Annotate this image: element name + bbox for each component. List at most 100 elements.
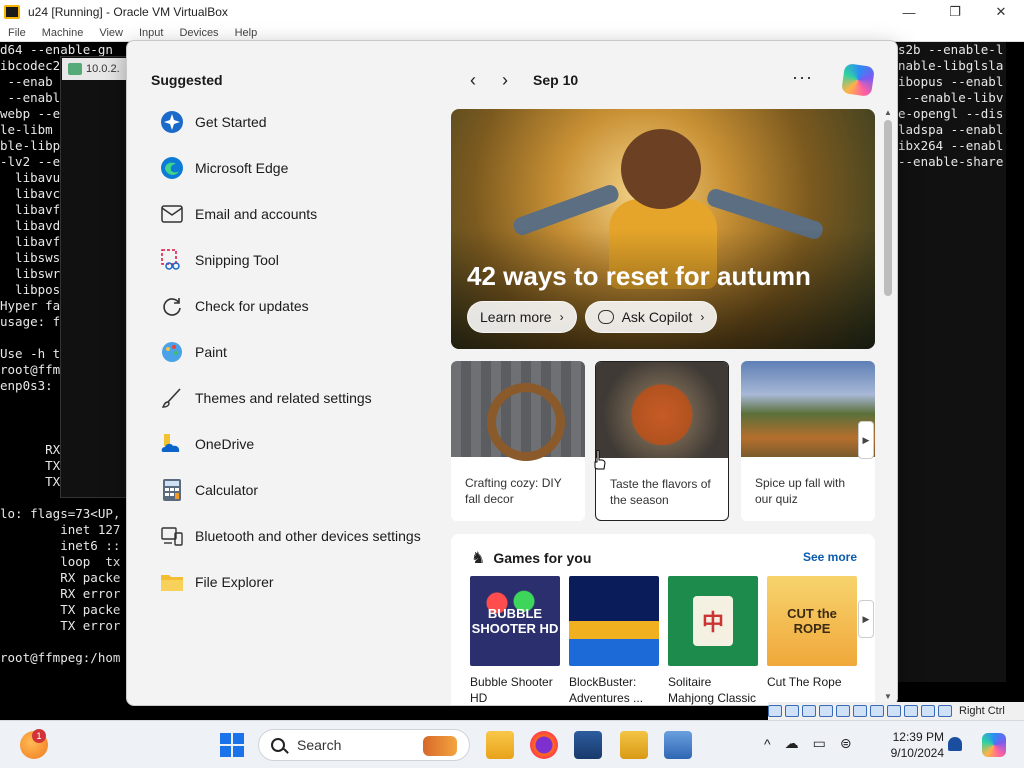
suggested-email-accounts[interactable]: Email and accounts bbox=[159, 191, 439, 237]
feed-date: Sep 10 bbox=[533, 72, 579, 88]
ask-copilot-button[interactable]: Ask Copilot › bbox=[584, 301, 718, 333]
vbox-app-icon bbox=[4, 5, 20, 19]
audio-icon[interactable] bbox=[802, 705, 816, 717]
optical-drive-icon[interactable] bbox=[785, 705, 799, 717]
notifications-bell-icon[interactable] bbox=[948, 737, 962, 751]
taskbar-search[interactable]: Search bbox=[258, 729, 470, 761]
article-card[interactable]: Spice up fall with our quiz bbox=[741, 361, 875, 521]
suggested-label: Bluetooth and other devices settings bbox=[195, 528, 421, 544]
learn-more-button[interactable]: Learn more › bbox=[467, 301, 577, 333]
feed-next-button[interactable]: › bbox=[489, 70, 521, 91]
suggested-microsoft-edge[interactable]: Microsoft Edge bbox=[159, 145, 439, 191]
suggested-onedrive[interactable]: OneDrive bbox=[159, 421, 439, 467]
usb-icon[interactable] bbox=[836, 705, 850, 717]
game-tile[interactable]: BlockBuster: Adventures ... bbox=[569, 576, 659, 705]
remote-desktop-label: 10.0.2. bbox=[86, 63, 120, 75]
network-icon[interactable] bbox=[819, 705, 833, 717]
game-tile[interactable]: 中 Solitaire Mahjong Classic bbox=[668, 576, 758, 705]
close-button[interactable]: ✕ bbox=[978, 0, 1024, 24]
suggested-label: Check for updates bbox=[195, 298, 309, 314]
game-tile[interactable]: BUBBLE SHOOTER HD Bubble Shooter HD bbox=[470, 576, 560, 705]
chat-bubble-icon bbox=[597, 310, 614, 324]
suggested-label: OneDrive bbox=[195, 436, 255, 452]
suggested-bluetooth-devices[interactable]: Bluetooth and other devices settings bbox=[159, 513, 439, 559]
suggested-get-started[interactable]: Get Started bbox=[159, 99, 439, 145]
remote-desktop-icon bbox=[68, 63, 82, 75]
remote-desktop-taskbar-icon[interactable] bbox=[664, 731, 692, 759]
games-title: Games for you bbox=[493, 550, 592, 566]
maximize-button[interactable]: ❐ bbox=[932, 0, 978, 24]
start-menu: Suggested Get Started Microsoft Edge Ema… bbox=[126, 40, 898, 706]
game-art: BUBBLE SHOOTER HD bbox=[470, 576, 560, 666]
host-key-icon[interactable] bbox=[938, 705, 952, 717]
article-image bbox=[741, 361, 875, 457]
start-tile bbox=[233, 733, 244, 744]
cloud-sync-icon[interactable]: ☁ bbox=[785, 735, 799, 752]
shared-folder-icon[interactable] bbox=[853, 705, 867, 717]
scrollbar-thumb[interactable] bbox=[884, 120, 892, 296]
game-tile[interactable]: CUT the ROPE Cut The Rope bbox=[767, 576, 857, 690]
article-card[interactable]: Crafting cozy: DIY fall decor bbox=[451, 361, 585, 521]
cpu-icon[interactable] bbox=[904, 705, 918, 717]
chevron-right-icon: › bbox=[559, 310, 564, 324]
taskbar: 1 Search ^ ☁ ▭ ⊜ 12:39 PM 9/10/2024 bbox=[0, 720, 1024, 768]
suggested-paint[interactable]: Paint bbox=[159, 329, 439, 375]
suggested-heading: Suggested bbox=[151, 72, 223, 88]
window-controls: — ❐ ✕ bbox=[886, 0, 1024, 24]
scroll-up-icon[interactable]: ▲ bbox=[882, 108, 894, 120]
network-status-icon[interactable]: ⊜ bbox=[840, 735, 852, 752]
suggested-snipping-tool[interactable]: Snipping Tool bbox=[159, 237, 439, 283]
cloud-icon bbox=[159, 431, 185, 457]
virtualbox-taskbar-icon[interactable] bbox=[574, 731, 602, 759]
paint-palette-icon bbox=[159, 339, 185, 365]
recording-icon[interactable] bbox=[887, 705, 901, 717]
menu-help[interactable]: Help bbox=[227, 27, 266, 39]
more-options-icon[interactable]: ··· bbox=[792, 67, 813, 88]
feed-prev-button[interactable]: ‹ bbox=[457, 70, 489, 91]
folder-taskbar-icon[interactable] bbox=[620, 731, 648, 759]
show-hidden-icons-icon[interactable]: ^ bbox=[764, 736, 771, 752]
menu-input[interactable]: Input bbox=[131, 27, 171, 39]
windows-start-button[interactable] bbox=[220, 733, 244, 757]
taskbar-clock[interactable]: 12:39 PM 9/10/2024 bbox=[880, 729, 944, 761]
suggested-check-updates[interactable]: Check for updates bbox=[159, 283, 439, 329]
folder-icon bbox=[159, 569, 185, 595]
display-settings-icon[interactable]: ▭ bbox=[813, 735, 826, 752]
calculator-icon bbox=[159, 477, 185, 503]
system-tray: ^ ☁ ▭ ⊜ bbox=[764, 735, 852, 752]
copilot-taskbar-icon[interactable] bbox=[982, 733, 1006, 757]
games-next-button[interactable]: ▶ bbox=[858, 600, 874, 638]
cards-next-button[interactable]: ▶ bbox=[858, 421, 874, 459]
file-explorer-taskbar-icon[interactable] bbox=[486, 731, 514, 759]
hero-card[interactable]: 42 ways to reset for autumn Learn more ›… bbox=[451, 109, 875, 349]
remote-desktop-tab[interactable]: 10.0.2. bbox=[62, 58, 126, 80]
suggested-file-explorer[interactable]: File Explorer bbox=[159, 559, 439, 605]
suggested-label: Paint bbox=[195, 344, 227, 360]
remote-desktop-window bbox=[60, 56, 130, 498]
firefox-taskbar-icon[interactable] bbox=[530, 731, 558, 759]
display-icon[interactable] bbox=[870, 705, 884, 717]
feed-header: ‹ › Sep 10 ··· bbox=[457, 63, 877, 97]
hero-title: 42 ways to reset for autumn bbox=[467, 261, 811, 291]
feed-scrollbar[interactable]: ▲ ▼ bbox=[882, 108, 894, 704]
mouse-integration-icon[interactable] bbox=[921, 705, 935, 717]
learn-more-label: Learn more bbox=[480, 309, 552, 325]
host-key-label: Right Ctrl bbox=[959, 705, 1005, 717]
games-header: ♞ Games for you bbox=[471, 548, 591, 568]
menu-file[interactable]: File bbox=[0, 27, 34, 39]
copilot-icon[interactable] bbox=[841, 63, 875, 97]
game-art: CUT the ROPE bbox=[767, 576, 857, 666]
see-more-link[interactable]: See more bbox=[803, 550, 857, 564]
menu-view[interactable]: View bbox=[91, 27, 131, 39]
suggested-calculator[interactable]: Calculator bbox=[159, 467, 439, 513]
edge-icon bbox=[159, 155, 185, 181]
search-highlight-icon bbox=[423, 736, 457, 756]
hero-actions: Learn more › Ask Copilot › bbox=[467, 301, 718, 333]
suggested-label: Snipping Tool bbox=[195, 252, 279, 268]
minimize-button[interactable]: — bbox=[886, 0, 932, 24]
hdd-icon[interactable] bbox=[768, 705, 782, 717]
menu-devices[interactable]: Devices bbox=[171, 27, 226, 39]
article-card[interactable]: Taste the flavors of the season bbox=[595, 361, 729, 521]
suggested-themes[interactable]: Themes and related settings bbox=[159, 375, 439, 421]
menu-machine[interactable]: Machine bbox=[34, 27, 92, 39]
